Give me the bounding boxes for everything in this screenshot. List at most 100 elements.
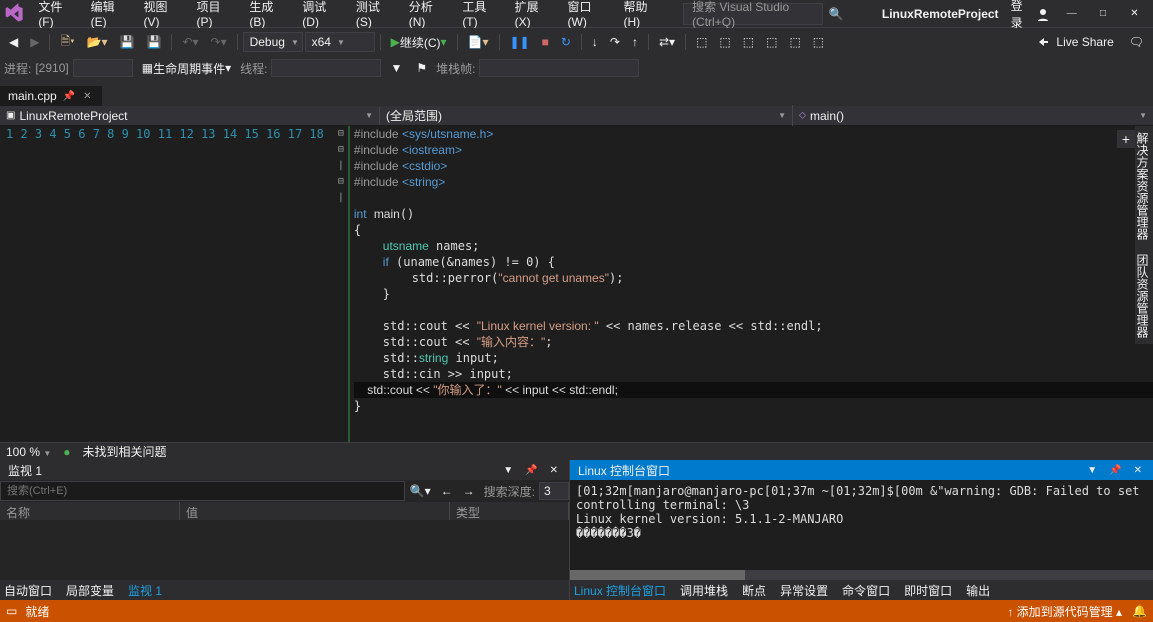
zoom-combo[interactable]: 100 % ▼	[6, 445, 51, 459]
global-search[interactable]: 搜索 Visual Studio (Ctrl+Q)	[683, 3, 823, 25]
tab-command[interactable]: 命令窗口	[842, 582, 890, 599]
save-button[interactable]: 💾	[115, 32, 140, 52]
chevron-down-icon: ▼	[291, 38, 299, 47]
notifications-icon[interactable]: 🔔	[1132, 604, 1147, 618]
watch-search-input[interactable]	[0, 481, 405, 501]
undo-button[interactable]: ↶▾	[177, 32, 203, 52]
tab-callstack[interactable]: 调用堆栈	[680, 582, 728, 599]
editor-statusbar: 100 % ▼ ● 未找到相关问题	[0, 442, 1153, 460]
col-name[interactable]: 名称	[0, 502, 180, 520]
console-output[interactable]: [01;32m[manjaro@manjaro-pc[01;37m ~[01;3…	[570, 480, 1153, 570]
tab-locals[interactable]: 局部变量	[66, 582, 114, 599]
search-placeholder: 搜索 Visual Studio (Ctrl+Q)	[692, 0, 814, 29]
team-explorer-tab[interactable]: 团队资源管理器	[1137, 254, 1151, 338]
tab-main-cpp[interactable]: main.cpp 📌 ✕	[0, 86, 102, 106]
minimize-button[interactable]: —	[1057, 0, 1086, 28]
redo-button[interactable]: ↷▾	[206, 32, 232, 52]
continue-button[interactable]: ▶ 继续(C) ▾	[386, 31, 452, 54]
nav-back-button[interactable]: ◀	[4, 32, 23, 52]
cpp-icon: ▣	[6, 110, 15, 121]
col-type[interactable]: 类型	[450, 502, 569, 520]
bottom-panels: 监视 1 ▼ 📌 ✕ 🔍▾ ← → 搜索深度: 3 名称 值 类型 自动窗口 局…	[0, 460, 1153, 600]
fold-column[interactable]: ⊟ ⊟ | ⊟ |	[334, 126, 348, 442]
feedback-icon[interactable]: 🗨	[1124, 32, 1149, 52]
new-button[interactable]: 🗎▾	[55, 29, 79, 56]
watch-panel-title[interactable]: 监视 1 ▼ 📌 ✕	[0, 460, 569, 480]
nav-scope-function[interactable]: ⬦ main()▼	[793, 107, 1153, 125]
new-item-button[interactable]: 📄▾	[463, 32, 494, 52]
process-label: 进程:	[4, 60, 31, 77]
console-panel-title[interactable]: Linux 控制台窗口 ▼ 📌 ✕	[570, 460, 1153, 480]
tab-output[interactable]: 输出	[966, 582, 990, 599]
pin-icon[interactable]: 📌	[63, 91, 75, 102]
depth-value[interactable]: 3	[539, 482, 569, 500]
next-icon[interactable]: →	[458, 481, 480, 501]
tab-watch[interactable]: 监视 1	[128, 582, 162, 599]
live-share-button[interactable]: Live Share	[1028, 35, 1121, 49]
main-statusbar: ▭ 就绪 ↑ 添加到源代码管理 ▴ 🔔	[0, 600, 1153, 622]
config-combo[interactable]: Debug▼	[243, 32, 303, 52]
nav-scope-project[interactable]: ▣ LinuxRemoteProject▼	[0, 107, 380, 125]
nav-forward-button[interactable]: ▶	[25, 32, 44, 52]
restart-button[interactable]: ↻	[556, 32, 576, 52]
issues-label: 未找到相关问题	[83, 443, 167, 460]
tool3-button[interactable]: ⬚	[714, 32, 735, 52]
stop-button[interactable]: ■	[537, 32, 554, 52]
tool-button[interactable]: ⇄▾	[654, 32, 680, 52]
tab-exceptions[interactable]: 异常设置	[780, 582, 828, 599]
status-state: 就绪	[25, 603, 49, 620]
maximize-button[interactable]: □	[1088, 0, 1117, 28]
tool6-button[interactable]: ⬚	[784, 32, 805, 52]
nav-scope-global[interactable]: (全局范围)▼	[380, 105, 793, 126]
tab-auto[interactable]: 自动窗口	[4, 582, 52, 599]
thread-combo[interactable]	[271, 59, 381, 77]
close-button[interactable]: ✕	[1120, 0, 1149, 28]
tool2-button[interactable]: ⬚	[691, 32, 712, 52]
watch-body[interactable]	[0, 520, 569, 580]
process-combo[interactable]	[73, 59, 133, 77]
tab-immediate[interactable]: 即时窗口	[904, 582, 952, 599]
col-value[interactable]: 值	[180, 502, 450, 520]
stackframe-combo[interactable]	[479, 59, 639, 77]
panel-dropdown-icon[interactable]: ▼	[500, 465, 516, 476]
step-over-button[interactable]: ↷	[605, 32, 625, 52]
panel-pin-icon[interactable]: 📌	[522, 465, 540, 476]
open-button[interactable]: 📂▾	[82, 32, 113, 52]
tab-console[interactable]: Linux 控制台窗口	[574, 582, 666, 599]
console-panel: Linux 控制台窗口 ▼ 📌 ✕ [01;32m[manjaro@manjar…	[570, 460, 1153, 600]
line-number-gutter: 1 2 3 4 5 6 7 8 9 10 11 12 13 14 15 16 1…	[0, 126, 334, 442]
close-tab-icon[interactable]: ✕	[81, 91, 93, 102]
flag-icon[interactable]: ⚑	[411, 58, 432, 78]
save-all-button[interactable]: 💾	[141, 32, 166, 52]
step-into-button[interactable]: ↓	[587, 32, 603, 52]
login-button[interactable]: 登录	[1011, 0, 1050, 31]
lifecycle-button[interactable]: ▦ 生命周期事件 ▾	[137, 57, 236, 80]
tool5-button[interactable]: ⬚	[761, 32, 782, 52]
tool4-button[interactable]: ⬚	[738, 32, 759, 52]
status-icon: ▭	[6, 604, 17, 618]
user-icon	[1036, 7, 1049, 21]
panel-close-icon[interactable]: ✕	[1131, 465, 1145, 476]
console-scrollbar[interactable]	[570, 570, 1153, 580]
share-icon	[1036, 35, 1050, 49]
step-out-button[interactable]: ↑	[627, 32, 643, 52]
panel-pin-icon[interactable]: 📌	[1106, 465, 1124, 476]
panel-dropdown-icon[interactable]: ▼	[1084, 465, 1100, 476]
search-icon[interactable]: 🔍	[823, 7, 850, 21]
code-editor[interactable]: 1 2 3 4 5 6 7 8 9 10 11 12 13 14 15 16 1…	[0, 126, 1153, 442]
menubar: 文件(F) 编辑(E) 视图(V) 项目(P) 生成(B) 调试(D) 测试(S…	[0, 0, 1153, 28]
process-value: [2910]	[35, 61, 68, 75]
add-widget-button[interactable]: +	[1117, 130, 1135, 148]
prev-icon[interactable]: ←	[436, 481, 458, 501]
filter-icon[interactable]: ▼	[385, 58, 407, 78]
tool7-button[interactable]: ⬚	[808, 32, 829, 52]
solution-explorer-tab[interactable]: 解决方案资源管理器	[1137, 132, 1151, 240]
add-source-control-button[interactable]: ↑ 添加到源代码管理 ▴	[1007, 603, 1122, 620]
panel-close-icon[interactable]: ✕	[547, 465, 561, 476]
search-run-icon[interactable]: 🔍▾	[405, 481, 436, 501]
tab-breakpoints[interactable]: 断点	[742, 582, 766, 599]
platform-combo[interactable]: x64▼	[305, 32, 375, 52]
code-content[interactable]: #include <sys/utsname.h> #include <iostr…	[348, 126, 1153, 442]
pause-button[interactable]: ❚❚	[505, 32, 535, 52]
thread-label: 线程:	[240, 60, 267, 77]
